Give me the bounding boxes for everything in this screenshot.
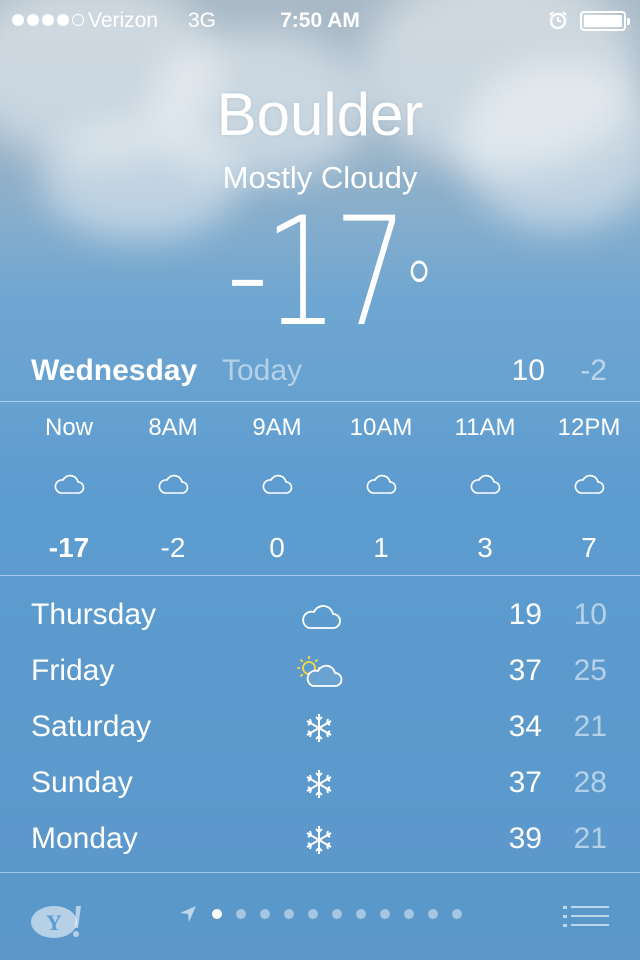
cloud-icon — [158, 474, 189, 494]
city-name: Boulder — [216, 81, 424, 148]
page-indicator[interactable] — [212, 909, 462, 919]
forecast-low: 21 — [573, 710, 607, 743]
today-low: -2 — [580, 354, 607, 387]
battery-level — [584, 15, 622, 27]
page-dot[interactable] — [356, 909, 366, 919]
forecast-low: 21 — [573, 822, 607, 855]
forecast-row: Monday 39 21 — [0, 812, 640, 868]
snowflake-icon — [306, 714, 332, 742]
forecast-row: Saturday 34 21 — [0, 700, 640, 756]
hour-column: 9AM 0 — [225, 402, 329, 574]
svg-text:Y: Y — [46, 910, 62, 935]
list-icon[interactable] — [563, 904, 609, 934]
status-time: 7:50 AM — [280, 9, 360, 32]
hour-time: 9AM — [252, 414, 302, 441]
cloud-icon — [366, 474, 397, 494]
hour-time: 8AM — [148, 414, 198, 441]
page-dot[interactable] — [308, 909, 318, 919]
hour-column: 10AM 1 — [329, 402, 433, 574]
cloud-icon — [302, 605, 341, 629]
forecast-day: Thursday — [31, 598, 157, 631]
forecast-day: Monday — [31, 822, 138, 855]
hour-temperature: 7 — [581, 532, 597, 563]
temperature-value: -17 — [226, 186, 408, 360]
forecast-row: Friday 37 25 — [0, 644, 640, 700]
hour-temperature: 0 — [269, 532, 285, 563]
page-dot[interactable] — [452, 909, 462, 919]
divider — [0, 872, 640, 873]
hour-temperature: -2 — [160, 532, 186, 563]
page-dot[interactable] — [380, 909, 390, 919]
page-dot[interactable] — [428, 909, 438, 919]
yahoo-logo-icon[interactable]: Y — [30, 902, 86, 940]
hour-column: Now -17 — [17, 402, 121, 574]
location-arrow-icon[interactable] — [178, 904, 198, 924]
forecast-day: Saturday — [31, 710, 152, 743]
page-dot[interactable] — [284, 909, 294, 919]
page-dot[interactable] — [332, 909, 342, 919]
forecast-low: 25 — [573, 654, 607, 687]
cloud-icon — [470, 474, 501, 494]
snowflake-icon — [306, 770, 332, 798]
status-bar: Verizon 3G 7:50 AM — [0, 0, 640, 40]
hour-temperature: 3 — [477, 532, 493, 563]
forecast-day: Friday — [31, 654, 115, 687]
today-label: Today — [222, 354, 303, 387]
battery-icon — [580, 11, 630, 31]
today-day-name: Wednesday — [31, 354, 198, 387]
page-dot[interactable] — [212, 909, 222, 919]
footer-toolbar: Y — [0, 874, 640, 960]
forecast-high: 37 — [508, 766, 542, 799]
hour-column: 12PM 7 — [537, 402, 640, 574]
hour-temperature: -17 — [48, 532, 90, 563]
hour-column: 8AM -2 — [121, 402, 225, 574]
divider — [0, 575, 640, 576]
hour-time: 10AM — [349, 414, 413, 441]
hour-column: 11AM 3 — [433, 402, 537, 574]
forecast-row: Thursday 19 10 — [0, 588, 640, 644]
hour-time: 11AM — [454, 414, 516, 441]
hour-time: Now — [44, 414, 93, 441]
partly-sunny-icon — [297, 656, 343, 687]
hour-time: 12PM — [557, 414, 621, 441]
forecast-high: 34 — [508, 710, 542, 743]
forecast-day: Sunday — [31, 766, 133, 799]
page-dot[interactable] — [236, 909, 246, 919]
forecast-row: Sunday 37 28 — [0, 756, 640, 812]
forecast-high: 37 — [508, 654, 542, 687]
forecast-high: 39 — [508, 822, 542, 855]
cloud-icon — [574, 474, 605, 494]
cloud-icon — [54, 474, 85, 494]
page-dot[interactable] — [260, 909, 270, 919]
forecast-high: 19 — [508, 598, 542, 631]
current-temperature: -17° — [226, 198, 434, 348]
forecast-low: 10 — [573, 598, 607, 631]
today-summary: Wednesday Today 10 -2 — [0, 352, 640, 392]
hour-temperature: 1 — [373, 532, 389, 563]
forecast-low: 28 — [573, 766, 607, 799]
alarm-icon — [549, 11, 567, 30]
temperature-unit: ° — [403, 244, 434, 337]
cloud-icon — [262, 474, 293, 494]
page-dot[interactable] — [404, 909, 414, 919]
hourly-forecast[interactable]: Now -17 8AM -2 9AM 0 10AM 1 11AM 3 12PM … — [0, 402, 640, 574]
snowflake-icon — [306, 826, 332, 854]
today-high: 10 — [511, 354, 545, 387]
